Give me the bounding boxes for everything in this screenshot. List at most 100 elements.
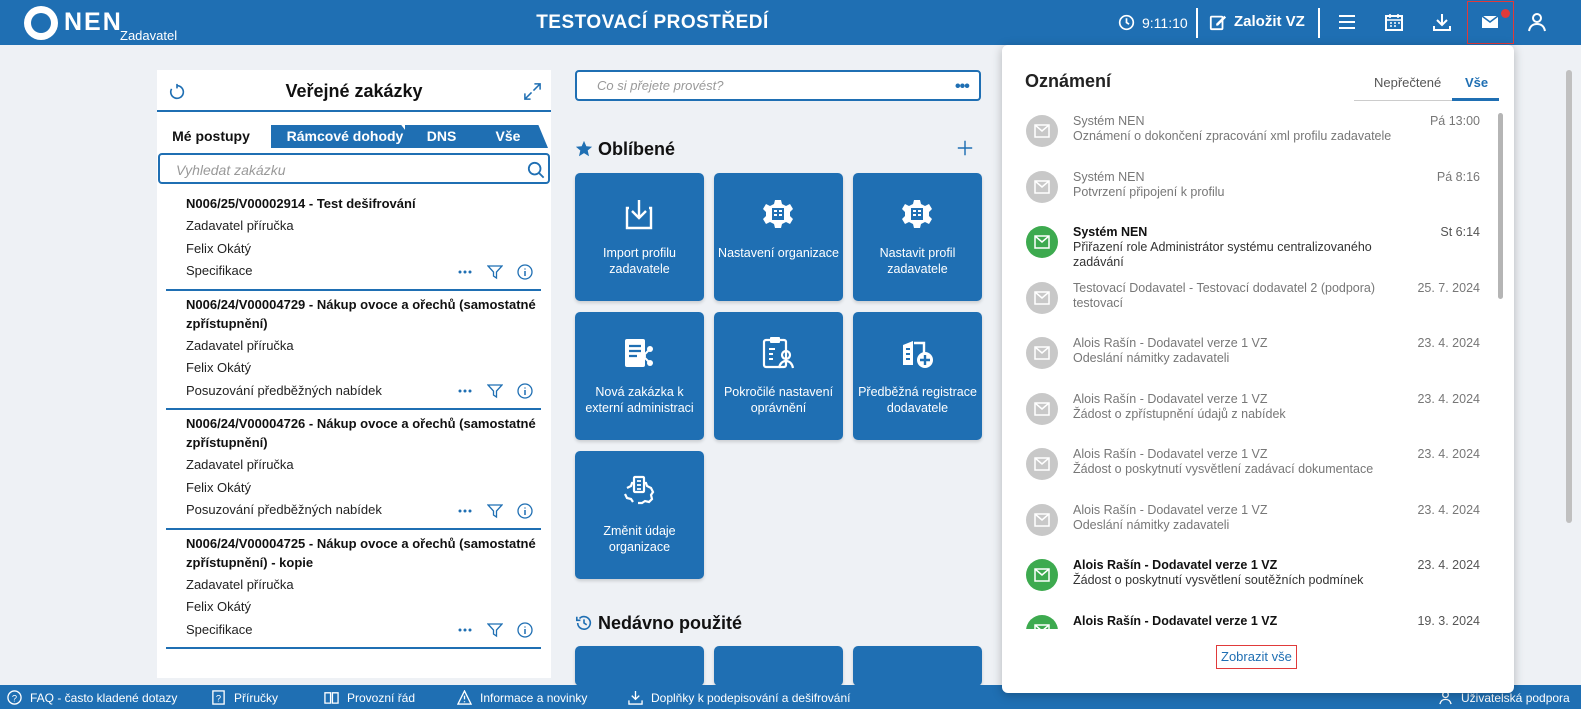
footer-faq-link[interactable]: ? FAQ - často kladené dotazy bbox=[7, 690, 177, 705]
more-options-icon[interactable]: ••• bbox=[955, 78, 970, 96]
contract-search-input[interactable]: Vyhledat zakázku bbox=[158, 153, 550, 184]
notification-sender: Alois Rašín - Dodavatel verze 1 VZ bbox=[1073, 613, 1278, 628]
clock-icon bbox=[1118, 14, 1135, 31]
notification-item[interactable]: Alois Rašín - Dodavatel verze 1 VZ 19. 3.… bbox=[1002, 611, 1496, 629]
procedure-item[interactable]: N006/24/V00004729 - Nákup ovoce a ořechů… bbox=[166, 291, 541, 410]
recent-tile[interactable] bbox=[853, 646, 982, 686]
notification-item[interactable]: Systém NEN Oznámení o dokončení zpracován… bbox=[1002, 111, 1496, 166]
recent-tile[interactable] bbox=[575, 646, 704, 686]
command-search-input[interactable]: Co si přejete provést? ••• bbox=[575, 70, 981, 101]
favorite-tile[interactable]: Nová zakázka k externí administraci bbox=[575, 312, 704, 440]
recent-title: Nedávno použité bbox=[598, 613, 743, 633]
notification-mail-icon bbox=[1026, 337, 1058, 369]
notification-item[interactable]: Alois Rašín - Dodavatel verze 1 VZ Odeslá… bbox=[1002, 500, 1496, 555]
footer-rules-link[interactable]: Provozní řád bbox=[324, 690, 415, 705]
filter-icon[interactable] bbox=[487, 503, 503, 519]
filter-icon[interactable] bbox=[487, 264, 503, 280]
tab-all[interactable]: Vše bbox=[468, 125, 548, 148]
procedure-title[interactable]: N006/24/V00004729 - Nákup ovoce a ořechů… bbox=[186, 295, 541, 333]
info-icon[interactable] bbox=[517, 383, 533, 399]
notification-date: St 6:14 bbox=[1440, 225, 1480, 239]
procedure-contracting-authority: Zadavatel příručka bbox=[186, 337, 294, 353]
favorite-tile-label: Nastavit profil zadavatele bbox=[879, 246, 956, 276]
notification-item[interactable]: Systém NEN Přiřazení role Administrátor s… bbox=[1002, 222, 1496, 277]
notification-message: Odeslání námitky zadavateli bbox=[1073, 517, 1230, 532]
procedure-title[interactable]: N006/24/V00004725 - Nákup ovoce a ořechů… bbox=[186, 534, 541, 572]
notification-date: Pá 13:00 bbox=[1429, 114, 1480, 128]
envelope-icon bbox=[1034, 568, 1050, 582]
more-icon[interactable] bbox=[457, 264, 473, 280]
notification-item[interactable]: Alois Rašín - Dodavatel verze 1 VZ Žádost… bbox=[1002, 389, 1496, 444]
edit-icon[interactable] bbox=[1209, 13, 1227, 31]
tab-unread[interactable]: Nepřečtené bbox=[1374, 75, 1441, 90]
history-icon bbox=[575, 615, 592, 631]
envelope-icon bbox=[1034, 346, 1050, 360]
favorite-tile[interactable]: Nastavit profil zadavatele bbox=[853, 173, 982, 301]
download-icon[interactable] bbox=[1432, 12, 1452, 32]
info-icon[interactable] bbox=[517, 263, 533, 280]
info-icon[interactable] bbox=[517, 622, 533, 638]
favorite-tile-label: Změnit údaje organizace bbox=[603, 524, 676, 554]
add-favorite-icon[interactable] bbox=[956, 139, 974, 157]
notifications-scrollbar[interactable] bbox=[1498, 113, 1503, 299]
more-icon[interactable] bbox=[457, 622, 473, 638]
tab-my-procedures[interactable]: Mé postupy bbox=[157, 125, 265, 148]
favorite-tile[interactable]: Nastavení organizace bbox=[714, 173, 843, 301]
favorite-tile[interactable]: Import profilu zadavatele bbox=[575, 173, 704, 301]
recent-tile[interactable] bbox=[714, 646, 843, 686]
notification-mail-icon bbox=[1026, 226, 1058, 258]
expand-icon[interactable] bbox=[523, 82, 542, 101]
procedure-title[interactable]: N006/25/V00002914 - Test dešifrování bbox=[186, 194, 541, 213]
footer-news-label: Informace a novinky bbox=[480, 690, 588, 705]
favorite-tile[interactable]: Změnit údaje organizace bbox=[575, 451, 704, 579]
tab-framework-agreements[interactable]: Rámcové dohody bbox=[271, 125, 419, 148]
mail-icon[interactable] bbox=[1480, 12, 1500, 32]
top-bar: NEN Zadavatel TESTOVACÍ PROSTŘEDÍ 9:11:1… bbox=[0, 0, 1581, 45]
favorites-title: Oblíbené bbox=[598, 139, 676, 159]
create-contract-button[interactable]: Založit VZ bbox=[1234, 13, 1305, 30]
footer-news-link[interactable]: Informace a novinky bbox=[457, 690, 587, 705]
favorite-tile[interactable]: Pokročilé nastavení oprávnění bbox=[714, 312, 843, 440]
tab-all-notifications[interactable]: Vše bbox=[1465, 75, 1488, 90]
command-placeholder: Co si přejete provést? bbox=[597, 78, 724, 93]
procedure-item[interactable]: N006/25/V00002914 - Test dešifrování Zada… bbox=[166, 190, 541, 291]
tab-dns[interactable]: DNS bbox=[405, 125, 478, 148]
procedure-item[interactable]: N006/24/V00004726 - Nákup ovoce a ořechů… bbox=[166, 410, 541, 530]
notification-item[interactable]: Testovací Dodavatel - Testovací dodavate… bbox=[1002, 278, 1496, 333]
more-icon[interactable] bbox=[457, 503, 473, 519]
footer-faq-label: FAQ - často kladené dotazy bbox=[30, 690, 178, 705]
calendar-icon[interactable] bbox=[1384, 12, 1404, 32]
show-all-notifications-button[interactable]: Zobrazit vše bbox=[1216, 645, 1297, 669]
notification-sender: Systém NEN bbox=[1073, 169, 1145, 184]
notification-message: Přiřazení role Administrátor systému cen… bbox=[1073, 240, 1372, 269]
notification-item[interactable]: Alois Rašín - Dodavatel verze 1 VZ Žádost… bbox=[1002, 555, 1496, 610]
favorite-tile[interactable]: Předběžná registrace dodavatele bbox=[853, 312, 982, 440]
menu-icon[interactable] bbox=[1337, 12, 1357, 32]
filter-icon[interactable] bbox=[487, 383, 503, 399]
info-icon[interactable] bbox=[517, 502, 533, 519]
footer-manuals-link[interactable]: ? Příručky bbox=[211, 690, 278, 705]
notification-sender: Alois Rašín - Dodavatel verze 1 VZ bbox=[1073, 336, 1268, 350]
star-icon bbox=[575, 140, 593, 157]
favorite-tile-label: Nastavení organizace bbox=[718, 246, 839, 260]
procedure-contracting-authority: Zadavatel příručka bbox=[186, 218, 294, 233]
notification-date: Pá 8:16 bbox=[1436, 169, 1480, 184]
notification-list: Systém NEN Oznámení o dokončení zpracován… bbox=[1002, 111, 1496, 629]
profile-settings-icon bbox=[902, 200, 932, 228]
notification-item[interactable]: Systém NEN Potvrzení připojení k profilu P… bbox=[1002, 167, 1496, 222]
svg-text:?: ? bbox=[216, 693, 221, 703]
footer-addons-link[interactable]: Doplňky k podepisování a dešifrování bbox=[628, 690, 850, 705]
notification-mail-icon bbox=[1026, 448, 1058, 480]
page-scrollbar[interactable] bbox=[1566, 70, 1572, 523]
user-icon[interactable] bbox=[1527, 12, 1547, 32]
filter-icon[interactable] bbox=[487, 622, 503, 638]
notification-item[interactable]: Alois Rašín - Dodavatel verze 1 VZ Odeslá… bbox=[1002, 333, 1496, 388]
more-icon[interactable] bbox=[457, 383, 473, 399]
notification-item[interactable]: Alois Rašín - Dodavatel verze 1 VZ Žádost… bbox=[1002, 444, 1496, 499]
notification-sender: Systém NEN bbox=[1073, 225, 1148, 239]
procedure-item[interactable]: N006/24/V00004725 - Nákup ovoce a ořechů… bbox=[166, 530, 541, 649]
procedure-title[interactable]: N006/24/V00004726 - Nákup ovoce a ořechů… bbox=[186, 414, 541, 452]
search-icon[interactable] bbox=[527, 161, 545, 179]
notification-message: Potvrzení připojení k profilu bbox=[1073, 184, 1225, 199]
procedure-person: Felix Okátý bbox=[186, 240, 252, 256]
